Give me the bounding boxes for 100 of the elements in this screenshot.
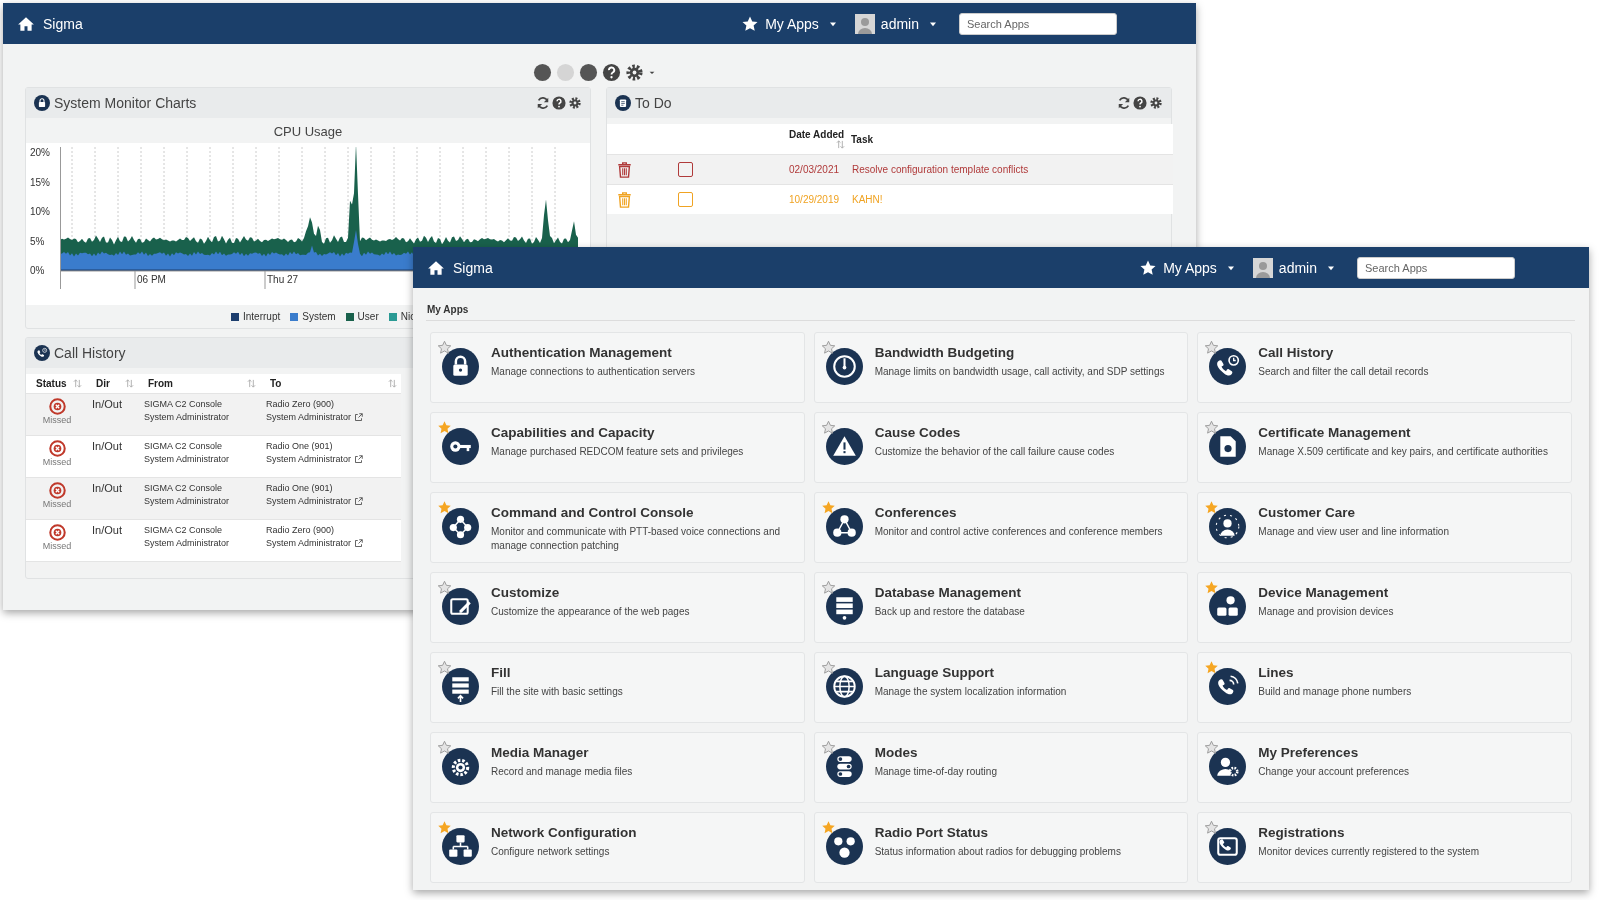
favorite-star-icon[interactable] <box>1204 500 1220 515</box>
favorite-star-icon[interactable] <box>437 580 452 595</box>
destination-link[interactable]: System Administrator <box>266 495 397 508</box>
app-card[interactable]: Language Support Manage the system localization information <box>813 652 1189 723</box>
refresh-icon <box>1117 96 1131 110</box>
app-name: Language Support <box>874 665 995 680</box>
my-apps-menu[interactable]: My Apps <box>1139 258 1235 277</box>
favorite-star-icon[interactable] <box>437 340 452 355</box>
sort-icon <box>73 379 82 388</box>
app-card[interactable]: Modes Manage time-of-day routing <box>813 732 1189 803</box>
favorite-star-icon[interactable] <box>820 340 836 355</box>
app-description: Status information about radios for debugging problems <box>874 845 1121 859</box>
app-description: Customize the behavior of the call failure cause codes <box>874 445 1115 459</box>
key-icon <box>442 428 479 465</box>
task-cell: KAHN! <box>851 184 1173 214</box>
app-card[interactable]: Network Configuration Configure network settings <box>430 812 805 883</box>
app-card[interactable]: Command and Control Console Monitor and communicate with PTT-based voice connections and manage connection patching <box>430 492 805 563</box>
caller-role: System Administrator <box>144 411 231 424</box>
app-card[interactable]: Call History Search and filter the call detail records <box>1197 332 1572 403</box>
favorite-star-icon[interactable] <box>820 740 836 755</box>
list-icon <box>615 95 631 111</box>
app-card[interactable]: My Preferences Change your account preferences <box>1197 732 1572 803</box>
app-description: Fill the site with basic settings <box>491 685 623 699</box>
column-header[interactable]: Date Added <box>727 124 851 155</box>
column-header[interactable]: Task <box>851 124 1173 155</box>
destination-name: Radio One (901) <box>266 440 334 453</box>
favorite-star-icon[interactable] <box>1204 340 1220 355</box>
app-card[interactable]: Authentication Management Manage connections to authentication servers <box>430 332 805 403</box>
destination-name: Radio One (901) <box>266 482 334 495</box>
app-name: Media Manager <box>491 745 590 760</box>
phone-clock-icon <box>1209 348 1247 385</box>
app-card[interactable]: Customize Customize the appearance of the web pages <box>430 572 805 643</box>
checkbox[interactable] <box>678 162 693 177</box>
app-card[interactable]: Customer Care Manage and view user and line information <box>1197 492 1572 563</box>
caller-role: System Administrator <box>144 495 231 508</box>
app-description: Manage connections to authentication servers <box>491 365 695 379</box>
app-card[interactable]: Radio Port Status Status information about radios for debugging problems <box>813 812 1189 883</box>
destination-link[interactable]: System Administrator <box>266 537 397 550</box>
app-card[interactable]: Capabilities and Capacity Manage purchased REDCOM feature sets and privileges <box>430 412 805 483</box>
missed-call-icon <box>48 398 66 415</box>
app-card[interactable]: Bandwidth Budgeting Manage limits on bandwidth usage, call activity, and SDP settings <box>813 332 1189 403</box>
column-header[interactable]: From <box>138 374 260 394</box>
destination-link[interactable]: System Administrator <box>266 411 397 424</box>
favorite-star-icon[interactable] <box>437 740 452 755</box>
sort-icon <box>247 379 256 388</box>
caret-icon <box>1327 264 1335 271</box>
favorite-star-icon[interactable] <box>437 500 452 515</box>
warning-icon <box>825 428 863 465</box>
destination-link[interactable]: System Administrator <box>266 453 397 466</box>
favorite-star-icon[interactable] <box>1204 660 1220 675</box>
legend-label: Interrupt <box>243 311 281 322</box>
column-header[interactable]: To <box>260 374 401 394</box>
app-card[interactable]: Lines Build and manage phone numbers <box>1197 652 1572 723</box>
app-card[interactable]: Device Management Manage and provision devices <box>1197 572 1572 643</box>
app-card[interactable]: Certificate Management Manage X.509 certificate and key pairs, and certificate authorities <box>1197 412 1572 483</box>
app-name: Network Configuration <box>491 825 637 840</box>
axis-label: Thu 27 <box>267 274 299 285</box>
app-card[interactable]: Media Manager Record and manage media files <box>430 732 805 803</box>
avatar-icon <box>1252 257 1273 278</box>
axis-label: 06 PM <box>137 274 166 285</box>
favorite-star-icon[interactable] <box>1204 580 1220 595</box>
search-field[interactable]: Search Apps <box>959 12 1117 35</box>
caret-icon <box>648 69 656 76</box>
avatar-icon <box>854 13 875 34</box>
favorite-star-icon[interactable] <box>820 820 836 835</box>
app-card[interactable]: Registrations Monitor devices currently registered to the system <box>1197 812 1572 883</box>
gear-icon <box>568 96 582 110</box>
home-link[interactable]: Sigma <box>427 258 493 277</box>
app-card[interactable]: Cause Codes Customize the behavior of the call failure cause codes <box>813 412 1189 483</box>
favorite-star-icon[interactable] <box>820 500 836 515</box>
favorite-star-icon[interactable] <box>437 660 452 675</box>
favorite-star-icon[interactable] <box>1204 740 1220 755</box>
caller-name: SIGMA C2 Console <box>144 440 224 453</box>
direction-cell: In/Out <box>86 519 138 562</box>
user-menu[interactable]: admin <box>1252 257 1335 278</box>
favorite-star-icon[interactable] <box>820 580 836 595</box>
favorite-star-icon[interactable] <box>437 820 452 835</box>
direction-cell: In/Out <box>86 435 138 478</box>
column-header[interactable]: Dir <box>86 374 138 394</box>
globe-icon <box>825 668 863 705</box>
search-field[interactable]: Search Apps <box>1357 256 1515 279</box>
column-header[interactable]: Status <box>26 374 86 394</box>
app-name: Certificate Management <box>1258 425 1412 440</box>
favorite-star-icon[interactable] <box>820 420 836 435</box>
edit-icon <box>442 588 479 625</box>
favorite-star-icon[interactable] <box>1204 420 1220 435</box>
user-menu[interactable]: admin <box>854 13 937 34</box>
app-card[interactable]: Conferences Monitor and control active conferences and conference members <box>813 492 1189 563</box>
caret-icon <box>1226 264 1235 271</box>
app-card[interactable]: Fill Fill the site with basic settings <box>430 652 805 723</box>
app-description: Manage and view user and line information <box>1258 525 1449 539</box>
favorite-star-icon[interactable] <box>820 660 836 675</box>
favorite-star-icon[interactable] <box>1204 820 1220 835</box>
trash-icon[interactable] <box>617 161 632 178</box>
app-name: Conferences <box>874 505 958 520</box>
my-apps-menu[interactable]: My Apps <box>741 14 837 33</box>
favorite-star-icon[interactable] <box>437 420 452 435</box>
app-card[interactable]: Database Management Back up and restore the database <box>813 572 1189 643</box>
home-link[interactable]: Sigma <box>17 14 83 33</box>
checkbox[interactable] <box>678 192 693 207</box>
